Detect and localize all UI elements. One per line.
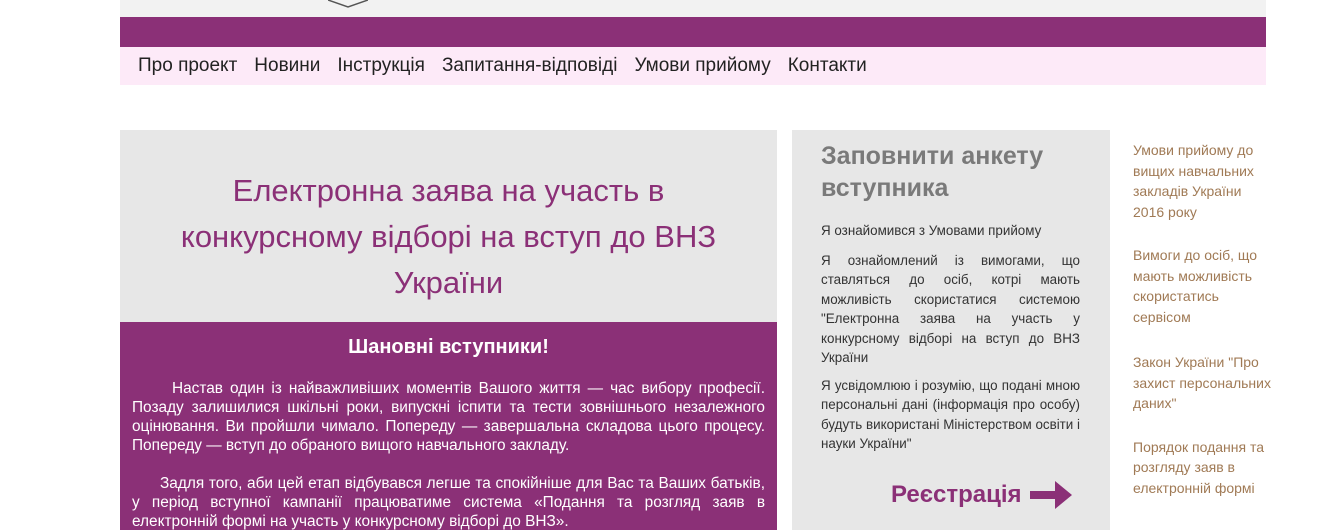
register-button[interactable]: Реєстрація <box>891 476 1074 514</box>
sidebar-link-admission-rules[interactable]: Умови прийому до вищих навчальних заклад… <box>1133 140 1273 222</box>
register-label: Реєстрація <box>891 481 1022 508</box>
nav-item-news[interactable]: Новини <box>254 55 320 77</box>
sidebar-links: Умови прийому до вищих навчальних заклад… <box>1133 140 1273 521</box>
header-bar <box>120 17 1266 47</box>
intro-paragraph-1: Настав один із найважливіших моментів Ва… <box>132 380 765 454</box>
nav-item-contacts[interactable]: Контакти <box>788 55 867 77</box>
arrow-right-icon <box>1029 481 1072 509</box>
logo-fragment <box>328 0 368 8</box>
header-top-band <box>120 0 1266 17</box>
nav-item-faq[interactable]: Запитання-відповіді <box>442 55 617 77</box>
sidebar-link-application-procedure[interactable]: Порядок подання та розгляду заяв в елект… <box>1133 437 1273 499</box>
nav-item-about[interactable]: Про проект <box>138 55 237 77</box>
main-content: Електронна заява на участь в конкурсному… <box>120 130 777 530</box>
consent-requirements[interactable]: Я ознайомлений із вимогами, що ставлятьс… <box>821 251 1080 367</box>
intro-paragraph-2: Задля того, аби цей етап відбувався легш… <box>132 475 765 530</box>
main-nav: Про проект Новини Інструкція Запитання-в… <box>120 47 1266 85</box>
nav-item-admission-terms[interactable]: Умови прийому <box>634 55 770 77</box>
intro-panel: Шановні вступники! Настав один із найваж… <box>120 322 777 530</box>
sidebar-link-requirements[interactable]: Вимоги до осіб, що мають можливість скор… <box>1133 245 1273 327</box>
nav-item-instructions[interactable]: Інструкція <box>337 55 425 77</box>
application-form-panel: Заповнити анкету вступника Я ознайомився… <box>792 130 1110 530</box>
consent-personal-data[interactable]: Я усвідомлюю і розумію, що подані мною п… <box>821 376 1080 454</box>
consent-admission-terms[interactable]: Я ознайомився з Умовами прийому <box>821 223 1041 238</box>
sidebar-link-personal-data-law[interactable]: Закон України "Про захист персональних д… <box>1133 352 1273 414</box>
form-title: Заповнити анкету вступника <box>821 142 1044 202</box>
page-title: Електронна заява на участь в конкурсному… <box>180 173 717 300</box>
intro-heading: Шановні вступники! <box>348 336 549 358</box>
